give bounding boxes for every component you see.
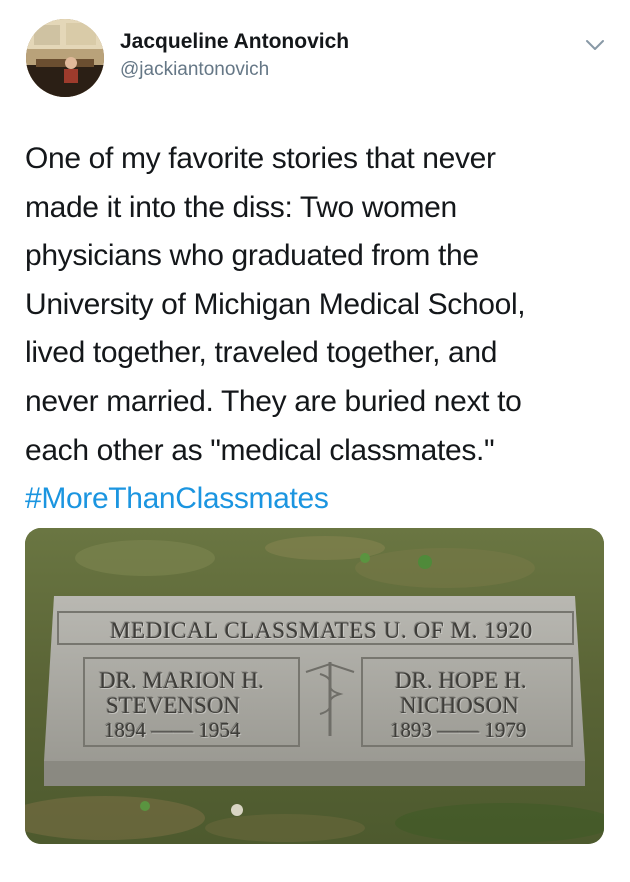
chevron-down-icon[interactable] bbox=[584, 37, 606, 53]
left-name-line1: DR. MARION H. bbox=[99, 668, 264, 693]
tweet-text-line: never married. They are buried next to bbox=[25, 384, 522, 418]
avatar-image bbox=[26, 19, 104, 97]
right-name-line2: NICHOSON bbox=[400, 693, 519, 718]
left-years: 1894 —— 1954 bbox=[104, 718, 241, 742]
hashtag-link[interactable]: #MoreThanClassmates bbox=[25, 475, 610, 524]
tweet-text-line: lived together, traveled together, and bbox=[25, 336, 498, 370]
right-name-line1: DR. HOPE H. bbox=[395, 668, 527, 693]
tweet-photo[interactable]: MEDICAL CLASSMATES U. OF M. 1920 DR. MAR… bbox=[25, 528, 604, 844]
tweet-text-line: physicians who graduated from the bbox=[25, 239, 479, 273]
tweet-text-line: each other as "medical classmates." bbox=[25, 433, 495, 467]
author-name[interactable]: Jacqueline Antonovich bbox=[120, 30, 349, 54]
author-handle[interactable]: @jackiantonovich bbox=[120, 59, 269, 81]
tweet-text-line: University of Michigan Medical School, bbox=[25, 287, 526, 321]
avatar[interactable] bbox=[26, 19, 104, 97]
gravestone-header: MEDICAL CLASSMATES U. OF M. 1920 bbox=[110, 618, 533, 643]
tweet: Jacqueline Antonovich @jackiantonovich O… bbox=[0, 0, 630, 882]
right-years: 1893 —— 1979 bbox=[390, 718, 527, 742]
left-name-line2: STEVENSON bbox=[106, 693, 241, 718]
tweet-text: One of my favorite stories that never ma… bbox=[25, 135, 610, 524]
tweet-text-line: One of my favorite stories that never bbox=[25, 142, 496, 175]
tweet-text-line: made it into the diss: Two women bbox=[25, 190, 457, 224]
gravestone: MEDICAL CLASSMATES U. OF M. 1920 DR. MAR… bbox=[44, 596, 585, 786]
